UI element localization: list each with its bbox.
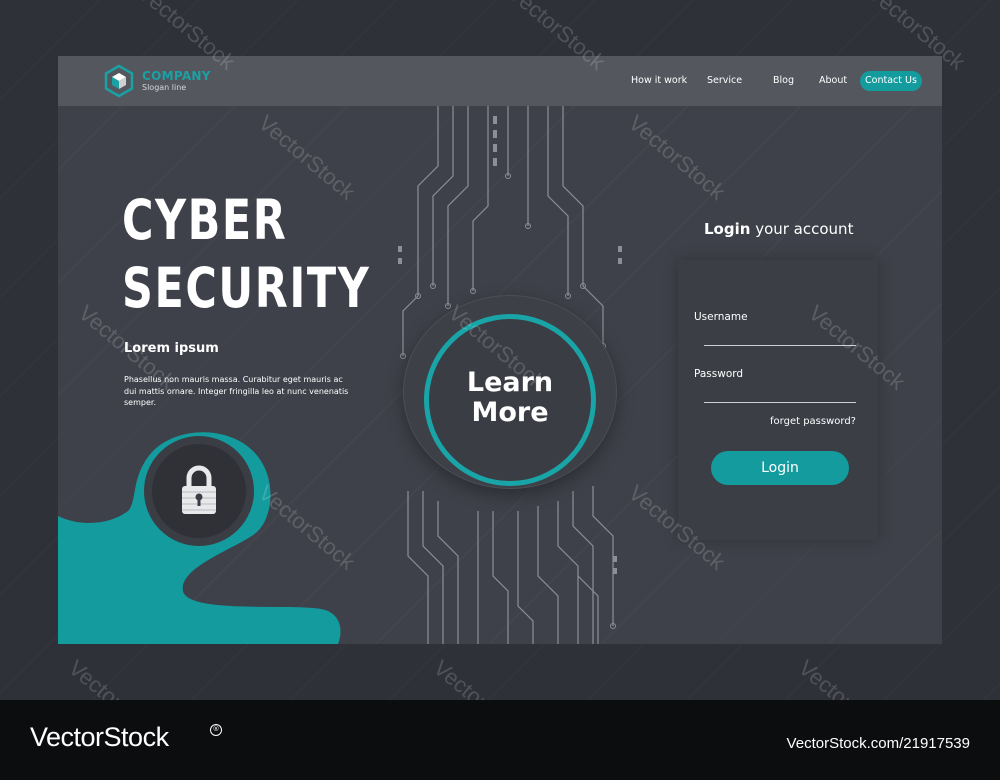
- registered-mark: ®: [210, 724, 222, 736]
- contact-us-button[interactable]: Contact Us: [860, 71, 922, 91]
- login-button[interactable]: Login: [711, 451, 849, 485]
- hero-body-text: Phasellus non mauris massa. Curabitur eg…: [124, 375, 349, 407]
- brand-name[interactable]: COMPANY: [142, 69, 211, 83]
- nav-about[interactable]: About: [819, 75, 847, 86]
- hexagon-cube-icon[interactable]: [102, 64, 136, 98]
- login-title: Login your account: [704, 220, 854, 238]
- hero-title-line-1: CYBER: [122, 188, 288, 252]
- nav-service[interactable]: Service: [707, 75, 742, 86]
- hero-title: CYBER SECURITY: [122, 186, 370, 322]
- landing-page: COMPANY Slogan line How it work Service …: [58, 56, 942, 644]
- top-navbar: COMPANY Slogan line How it work Service …: [58, 56, 942, 106]
- password-field[interactable]: [704, 383, 856, 403]
- hero-subtitle: Lorem ipsum: [124, 341, 219, 356]
- hero-title-line-2: SECURITY: [122, 256, 371, 320]
- username-field[interactable]: [704, 326, 856, 346]
- brand-tagline: Slogan line: [142, 83, 187, 92]
- vectorstock-logo: VectorStock: [30, 722, 169, 752]
- vectorstock-url: VectorStock.com/21917539: [786, 735, 970, 752]
- learn-more-label: Learn More: [466, 367, 554, 428]
- padlock-icon: [182, 465, 216, 514]
- forgot-password-link[interactable]: forget password?: [756, 416, 856, 427]
- nav-blog[interactable]: Blog: [773, 75, 794, 86]
- password-label: Password: [694, 368, 744, 380]
- nav-how-it-work[interactable]: How it work: [631, 75, 687, 86]
- username-label: Username: [694, 311, 748, 323]
